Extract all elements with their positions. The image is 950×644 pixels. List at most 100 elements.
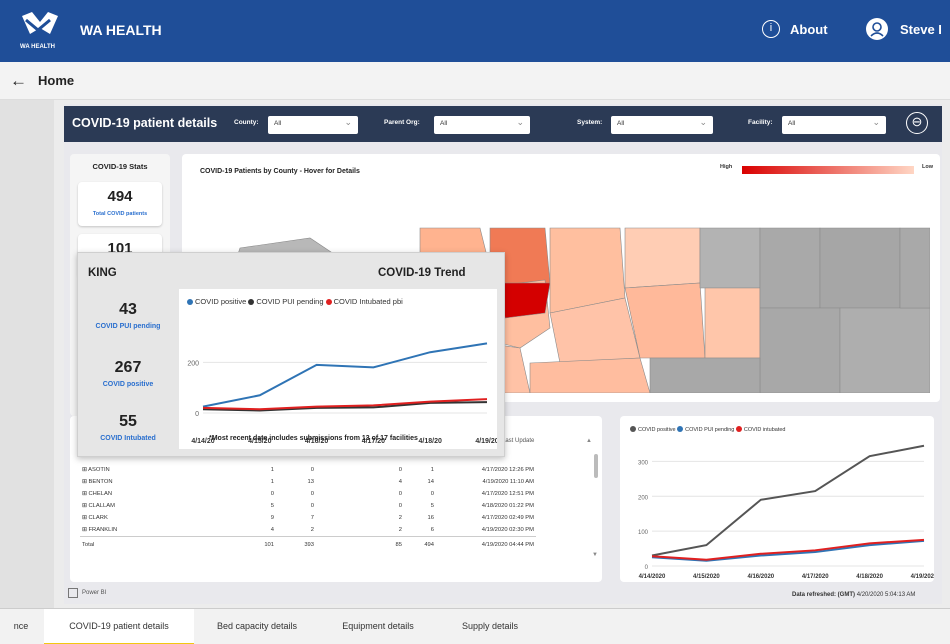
tab-supply[interactable]: Supply details [438, 609, 542, 644]
filter-label: System: [577, 119, 603, 126]
tab-bed-capacity[interactable]: Bed capacity details [196, 609, 318, 644]
chevron-down-icon: ⌄ [516, 117, 524, 127]
expand-icon[interactable]: ⊞ [82, 515, 87, 521]
y-tick-label: 100 [638, 530, 649, 536]
x-tick-label: 4/16/2020 [747, 574, 774, 580]
trend-chart-panel: COVID positive COVID PUI pending COVID i… [620, 416, 934, 582]
filter-system[interactable]: System: All ⌄ [577, 114, 717, 134]
data-refreshed: Data refreshed: (GMT) 4/20/2020 5:04:13 … [792, 592, 915, 598]
user-name[interactable]: Steve I [900, 22, 942, 37]
filter-parent-org[interactable]: Parent Org: All ⌄ [384, 114, 534, 134]
county-shape[interactable] [759, 307, 841, 393]
x-tick-label: 4/15/2020 [693, 574, 720, 580]
tooltip-stat-label: COVID positive [102, 381, 154, 388]
legend-dot [248, 299, 255, 305]
table-cell: 4/17/2020 12:26 PM [481, 467, 534, 473]
info-icon[interactable]: i [762, 20, 780, 38]
table-cell: 4/17/2020 12:51 PM [481, 491, 534, 497]
dropdown-value: All [440, 120, 448, 127]
tooltip-title: COVID-19 Trend [378, 267, 466, 279]
expand-icon[interactable]: ⊞ [82, 503, 87, 509]
sort-up-icon[interactable]: ▲ [586, 438, 592, 444]
legend-dot [187, 299, 193, 305]
table-row[interactable]: ⊞ FRANKLIN 4 2 2 6 4/19/2020 02:30 PM [80, 524, 536, 536]
powerbi-icon[interactable] [68, 588, 78, 598]
x-tick-label: 4/19/20 [475, 438, 497, 445]
filter-county[interactable]: County: All ⌄ [234, 114, 359, 134]
table-row[interactable]: ⊞ ASOTIN 1 0 0 1 4/17/2020 12:26 PM [80, 464, 536, 476]
stat-value: 494 [107, 188, 133, 205]
user-avatar-icon[interactable] [866, 18, 888, 40]
system-dropdown[interactable]: All ⌄ [611, 116, 713, 134]
county-cell: FRANKLIN [88, 526, 118, 533]
back-circle-icon[interactable]: ⊖ [906, 112, 928, 134]
county-shape[interactable] [704, 287, 761, 359]
x-tick-label: 4/14/2020 [639, 574, 666, 580]
table-cell: 101 [264, 542, 274, 549]
county-shape[interactable] [899, 227, 930, 309]
filter-facility[interactable]: Facility: All ⌄ [748, 114, 888, 134]
table-scrollbar[interactable] [594, 454, 598, 478]
back-arrow-icon[interactable]: ← [10, 71, 27, 91]
series-line [202, 342, 488, 408]
tab-partial[interactable]: nce [0, 609, 42, 644]
wa-health-logo[interactable]: WA HEALTH [18, 8, 68, 52]
expand-icon[interactable]: ⊞ [82, 527, 87, 533]
county-dropdown[interactable]: All ⌄ [268, 116, 358, 134]
tab-equipment[interactable]: Equipment details [320, 609, 436, 644]
refreshed-value: 4/20/2020 5:04:13 AM [856, 592, 916, 598]
powerbi-link[interactable]: Power BI [82, 590, 106, 596]
county-shape[interactable] [649, 357, 761, 393]
chart-legend: COVID positive COVID PUI pending COVID I… [187, 297, 403, 306]
county-cell: CLALLAM [88, 503, 115, 509]
table-cell: 494 [424, 542, 434, 549]
table-cell: 85 [395, 542, 402, 549]
tooltip-county: KING [88, 267, 117, 279]
county-shape[interactable] [759, 227, 821, 309]
table-cell: 0 [430, 491, 434, 497]
brand-title: WA HEALTH [80, 22, 162, 38]
chevron-down-icon: ⌄ [699, 117, 707, 127]
table-cell: 1 [270, 467, 274, 473]
trend-line-chart[interactable]: 0 100 200 300 4/14/2020 4/15/2020 4/16/2020 4/1… [620, 432, 934, 582]
scroll-down-icon[interactable]: ▼ [592, 552, 598, 558]
last-update-header[interactable]: Last Update [502, 438, 534, 444]
county-shape[interactable] [839, 307, 930, 393]
county-shape[interactable] [529, 357, 651, 393]
county-shape[interactable] [819, 227, 901, 309]
table-cell: 4/18/2020 01:22 PM [481, 503, 534, 509]
tab-covid-patient-details[interactable]: COVID-19 patient details [44, 609, 194, 644]
tooltip-stat-value: 267 [114, 359, 142, 376]
county-cell: BENTON [88, 479, 113, 485]
expand-icon[interactable]: ⊞ [82, 491, 87, 497]
tooltip-trend-chart: 02004/14/20 4/15/20 4/16/20 4/17/20 4/18/20 4… [187, 342, 497, 445]
expand-icon[interactable]: ⊞ [82, 467, 87, 473]
county-cell: CLARK [88, 515, 108, 521]
breadcrumb-home[interactable]: Home [38, 73, 74, 88]
table-cell: 4/19/2020 04:44 PM [481, 542, 534, 549]
table-cell: 0 [398, 503, 402, 509]
legend-item: COVID Intubated pbi [333, 297, 403, 306]
legend-high: High [720, 164, 733, 170]
logo-text: WA HEALTH [20, 44, 55, 50]
county-shape[interactable] [624, 227, 701, 289]
county-tooltip: KING COVID-19 Trend 43 COVID PUI pending… [77, 252, 505, 457]
table-row[interactable]: ⊞ BENTON 1 13 4 14 4/19/2020 11:10 AM [80, 476, 536, 488]
tooltip-stat: 43 COVID PUI pending [78, 301, 178, 330]
legend-item: COVID PUI pending [256, 297, 324, 306]
tooltip-note: *Most recent date includes submissions f… [209, 435, 418, 442]
facility-dropdown[interactable]: All ⌄ [782, 116, 886, 134]
table-row[interactable]: ⊞ CLARK 9 7 2 16 4/17/2020 02:49 PM [80, 512, 536, 524]
county-shape-king[interactable] [499, 282, 551, 319]
table-row[interactable]: ⊞ CHELAN 0 0 0 0 4/17/2020 12:51 PM [80, 488, 536, 500]
table-cell: 16 [427, 515, 434, 521]
county-shape[interactable] [699, 227, 761, 289]
expand-icon[interactable]: ⊞ [82, 479, 87, 485]
parent-org-dropdown[interactable]: All ⌄ [434, 116, 530, 134]
table-cell: 1 [270, 479, 274, 485]
about-link[interactable]: About [790, 22, 828, 37]
legend-gradient [742, 166, 914, 174]
table-cell: 4/19/2020 02:30 PM [481, 526, 534, 533]
series-line [651, 539, 925, 562]
table-row[interactable]: ⊞ CLALLAM 5 0 0 5 4/18/2020 01:22 PM [80, 500, 536, 512]
